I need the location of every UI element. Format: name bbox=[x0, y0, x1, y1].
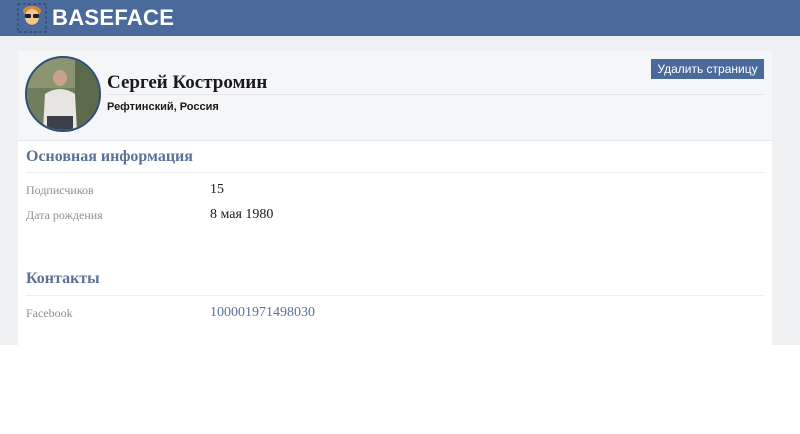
section-divider bbox=[26, 172, 764, 173]
name-divider bbox=[107, 94, 764, 95]
avatar-photo bbox=[27, 58, 99, 130]
field-label-birthdate: Дата рождения bbox=[26, 208, 103, 222]
section-title-contacts: Контакты bbox=[26, 270, 100, 287]
field-value-birthdate: 8 мая 1980 bbox=[210, 207, 274, 222]
field-label-facebook: Facebook bbox=[26, 306, 73, 320]
profile-location: Рефтинский, Россия bbox=[107, 101, 219, 113]
profile-name: Сергей Костромин bbox=[107, 72, 268, 93]
section-divider bbox=[26, 295, 764, 296]
delete-page-button[interactable]: Удалить страницу bbox=[651, 59, 764, 79]
top-bar: BASEFACE bbox=[0, 0, 800, 36]
section-title-main-info: Основная информация bbox=[26, 148, 193, 165]
facebook-id-link[interactable]: 100001971498030 bbox=[210, 305, 315, 321]
avatar[interactable] bbox=[25, 56, 101, 132]
field-value-subscribers: 15 bbox=[210, 182, 224, 197]
logo-text[interactable]: BASEFACE bbox=[52, 5, 174, 31]
bearded-face-icon[interactable] bbox=[17, 3, 47, 33]
field-label-subscribers: Подписчиков bbox=[26, 183, 94, 197]
